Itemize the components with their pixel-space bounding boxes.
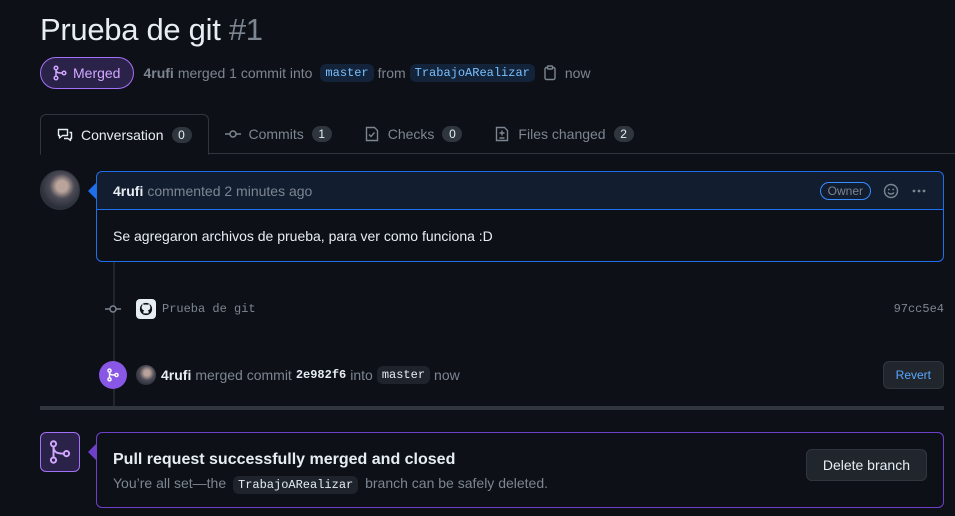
owner-badge: Owner xyxy=(819,181,871,200)
copy-icon[interactable] xyxy=(543,65,557,81)
git-merge-icon xyxy=(53,65,67,81)
pr-summary: 4rufi merged 1 commit into master from T… xyxy=(143,64,591,82)
comment-author[interactable]: 4rufi xyxy=(113,183,143,199)
tab-count: 0 xyxy=(171,126,192,143)
merge-target-branch[interactable]: master xyxy=(376,366,431,384)
from-text: from xyxy=(377,65,406,81)
smiley-icon[interactable] xyxy=(883,183,899,199)
kebab-horizontal-icon[interactable] xyxy=(911,183,927,199)
comment-meta[interactable]: commented 2 minutes ago xyxy=(147,183,312,199)
pr-time: now xyxy=(564,65,591,81)
tab-count: 1 xyxy=(311,126,332,142)
head-branch[interactable]: TrabajoARealizar xyxy=(409,64,535,82)
commit-message[interactable]: Prueba de git xyxy=(162,302,256,316)
merge-event-row: 4rufi merged commit 2e982f6 into master … xyxy=(99,360,944,390)
pr-tabs: Conversation 0 Commits 1 Checks 0 Files … xyxy=(40,114,955,155)
pr-meta: Merged 4rufi merged 1 commit into master… xyxy=(40,57,591,89)
tab-label: Files changed xyxy=(518,126,606,142)
tab-commits[interactable]: Commits 1 xyxy=(209,114,348,154)
merged-desc-before: You’re all set—the xyxy=(113,475,227,491)
merged-status-box: Pull request successfully merged and clo… xyxy=(96,432,944,508)
status-label: Merged xyxy=(73,65,121,81)
timeline-divider xyxy=(40,406,944,410)
merge-action-text: merged 1 commit into xyxy=(177,65,313,81)
git-commit-icon xyxy=(105,305,121,313)
tab-label: Commits xyxy=(248,126,304,142)
merge-time: now xyxy=(434,367,460,383)
pr-title: Prueba de git #1 xyxy=(40,12,263,48)
tab-checks[interactable]: Checks 0 xyxy=(348,114,479,154)
tab-count: 0 xyxy=(442,126,463,142)
file-diff-icon xyxy=(496,126,509,142)
author-link[interactable]: 4rufi xyxy=(143,65,173,81)
tab-count: 2 xyxy=(613,126,634,142)
pr-title-text: Prueba de git xyxy=(40,12,221,47)
octocat-icon xyxy=(139,302,153,316)
base-branch[interactable]: master xyxy=(320,64,374,82)
checklist-icon xyxy=(365,126,378,142)
into-text: into xyxy=(350,367,373,383)
comment-discussion-icon xyxy=(57,128,73,141)
merged-desc-after: branch can be safely deleted. xyxy=(365,475,549,491)
merge-event-badge xyxy=(99,361,127,389)
comment-actions: Owner xyxy=(819,181,927,200)
merged-title: Pull request successfully merged and clo… xyxy=(113,451,456,468)
delete-branch-button[interactable]: Delete branch xyxy=(805,449,927,481)
commit-sha[interactable]: 97cc5e4 xyxy=(894,302,944,316)
tab-label: Conversation xyxy=(81,126,164,143)
tab-conversation[interactable]: Conversation 0 xyxy=(40,114,209,155)
merged-box-caret xyxy=(88,444,96,460)
git-merge-icon xyxy=(49,440,71,464)
revert-button[interactable]: Revert xyxy=(882,361,944,389)
merge-author[interactable]: 4rufi xyxy=(161,367,191,383)
comment-caret xyxy=(88,183,96,199)
git-merge-icon xyxy=(107,368,119,382)
pr-number: #1 xyxy=(228,12,263,47)
merge-action: merged commit xyxy=(195,367,292,383)
tab-files-changed[interactable]: Files changed 2 xyxy=(478,114,649,154)
deletable-branch: TrabajoARealizar xyxy=(233,476,359,494)
merged-description: You’re all set—the TrabajoARealizar bran… xyxy=(113,475,927,494)
avatar[interactable] xyxy=(136,365,156,385)
avatar[interactable] xyxy=(40,170,80,210)
comment-card: 4rufi commented 2 minutes ago Owner Se a… xyxy=(96,171,944,262)
merge-commit-sha[interactable]: 2e982f6 xyxy=(296,368,346,382)
status-badge: Merged xyxy=(40,57,135,89)
git-commit-icon xyxy=(224,130,241,138)
github-avatar[interactable] xyxy=(136,299,156,319)
comment-header: 4rufi commented 2 minutes ago Owner xyxy=(97,172,943,210)
tab-label: Checks xyxy=(387,126,435,142)
merged-status-icon xyxy=(40,432,80,472)
commit-row: Prueba de git 97cc5e4 xyxy=(104,298,944,320)
comment-body: Se agregaron archivos de prueba, para ve… xyxy=(113,228,493,244)
